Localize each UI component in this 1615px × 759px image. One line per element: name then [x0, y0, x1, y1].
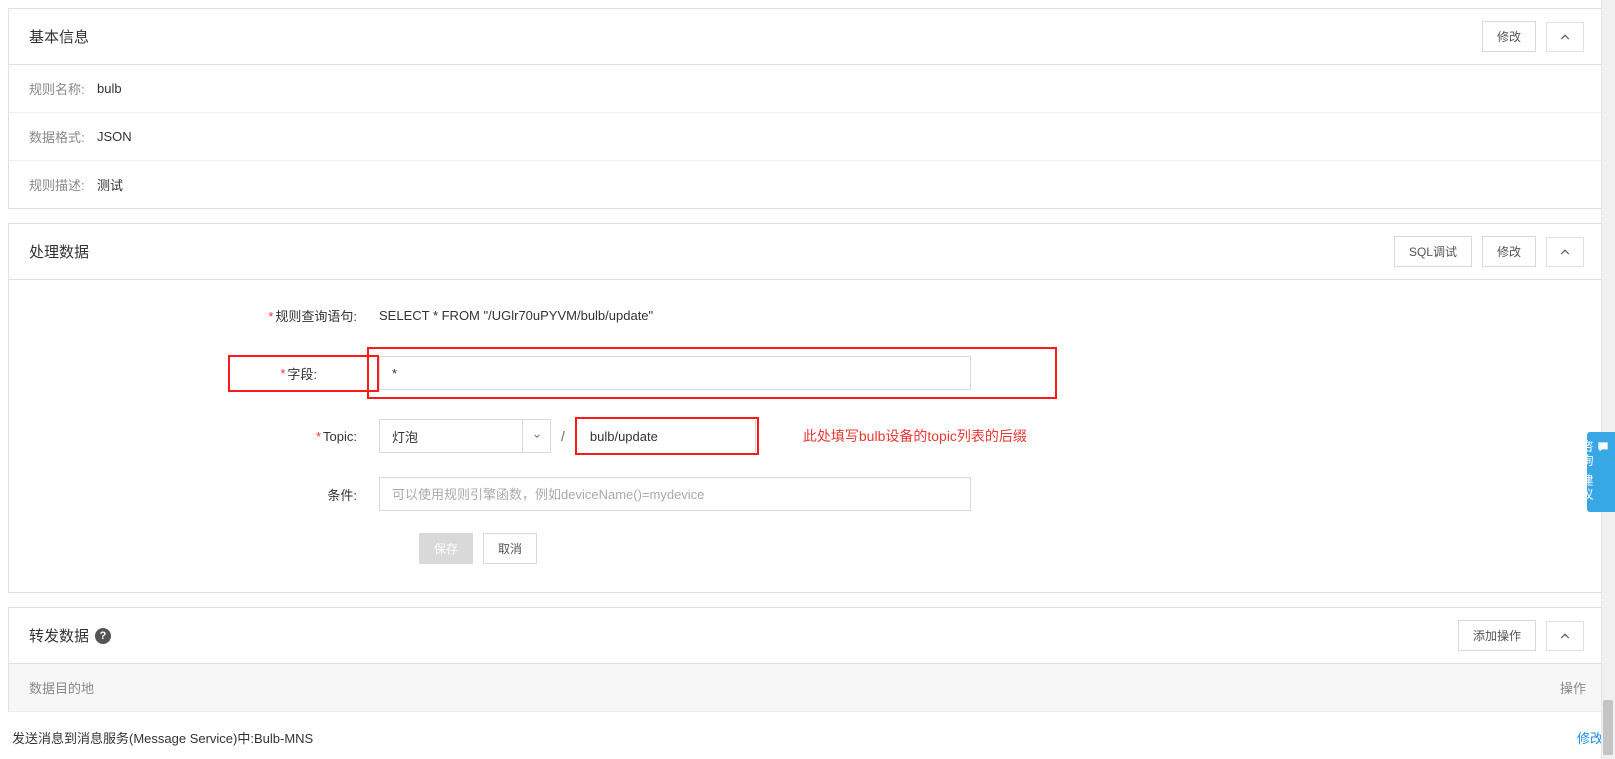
basic-info-edit-button[interactable]: 修改: [1482, 21, 1536, 52]
scrollbar-thumb[interactable]: [1603, 700, 1613, 755]
form-buttons: 保存 取消: [419, 533, 1586, 564]
sql-debug-button[interactable]: SQL调试: [1394, 236, 1472, 267]
process-data-edit-button[interactable]: 修改: [1482, 236, 1536, 267]
forward-data-collapse-toggle[interactable]: [1546, 621, 1584, 651]
basic-info-title: 基本信息: [29, 26, 89, 47]
process-data-header: 处理数据 SQL调试 修改: [9, 224, 1606, 280]
rule-desc-value: 测试: [97, 175, 123, 194]
col-action: 操作: [1560, 678, 1586, 697]
rule-name-label: 规则名称:: [29, 79, 97, 98]
add-operation-button[interactable]: 添加操作: [1458, 620, 1536, 651]
rule-name-row: 规则名称: bulb: [9, 65, 1606, 113]
topic-slash: /: [561, 428, 565, 444]
topic-row: *Topic: 灯泡 / 此处填写bulb设备的topic列表的后缀: [29, 417, 1586, 455]
rule-desc-row: 规则描述: 测试: [9, 161, 1606, 208]
field-row: *字段:: [29, 347, 1586, 399]
condition-label: 条件:: [327, 488, 357, 503]
data-format-value: JSON: [97, 129, 132, 144]
forward-table-header: 数据目的地 操作: [9, 664, 1606, 712]
basic-info-collapse-toggle[interactable]: [1546, 22, 1584, 52]
cancel-button[interactable]: 取消: [483, 533, 537, 564]
field-label: 字段:: [287, 364, 317, 383]
forward-table-row: 发送消息到消息服务(Message Service)中:Bulb-MNS 修改: [8, 712, 1607, 751]
condition-row: 条件:: [29, 477, 1586, 511]
col-destination: 数据目的地: [29, 678, 94, 697]
forward-data-header: 转发数据 ? 添加操作: [9, 608, 1606, 664]
forward-row-edit-link[interactable]: 修改: [1577, 728, 1603, 747]
topic-note: 此处填写bulb设备的topic列表的后缀: [803, 426, 1027, 446]
topic-select-value: 灯泡: [392, 427, 418, 446]
chat-icon: [1595, 440, 1611, 459]
help-icon[interactable]: ?: [95, 628, 111, 644]
chevron-up-icon: [1558, 629, 1572, 643]
process-data-panel: 处理数据 SQL调试 修改 *规则查询语句: SELECT * FROM "/U…: [8, 223, 1607, 593]
chevron-up-icon: [1558, 245, 1572, 259]
condition-input[interactable]: [379, 477, 971, 511]
data-format-label: 数据格式:: [29, 127, 97, 146]
rule-desc-label: 规则描述:: [29, 175, 97, 194]
query-label: 规则查询语句:: [275, 309, 357, 324]
float-tab-text: 咨询·建议: [1580, 440, 1594, 502]
forward-row-text: 发送消息到消息服务(Message Service)中:Bulb-MNS: [12, 728, 313, 747]
topic-select[interactable]: 灯泡: [379, 419, 551, 453]
topic-suffix-input[interactable]: [578, 420, 756, 452]
topic-label: Topic:: [323, 429, 357, 444]
query-value: SELECT * FROM "/UGlr70uPYVM/bulb/update": [379, 308, 653, 323]
process-data-form: *规则查询语句: SELECT * FROM "/UGlr70uPYVM/bul…: [9, 280, 1606, 592]
vertical-scrollbar[interactable]: [1601, 0, 1615, 759]
process-data-collapse-toggle[interactable]: [1546, 237, 1584, 267]
feedback-float-tab[interactable]: 咨询·建议: [1587, 432, 1615, 512]
query-row: *规则查询语句: SELECT * FROM "/UGlr70uPYVM/bul…: [29, 306, 1586, 325]
field-input[interactable]: [379, 356, 971, 390]
data-format-row: 数据格式: JSON: [9, 113, 1606, 161]
basic-info-body: 规则名称: bulb 数据格式: JSON 规则描述: 测试: [9, 65, 1606, 208]
chevron-up-icon: [1558, 30, 1572, 44]
caret-down-icon: [522, 420, 550, 452]
process-data-title: 处理数据: [29, 241, 89, 262]
basic-info-header: 基本信息 修改: [9, 9, 1606, 65]
save-button[interactable]: 保存: [419, 533, 473, 564]
forward-data-title: 转发数据: [29, 625, 89, 646]
basic-info-panel: 基本信息 修改 规则名称: bulb 数据格式: JSON 规则描述: 测试: [8, 8, 1607, 209]
rule-name-value: bulb: [97, 81, 122, 96]
forward-data-panel: 转发数据 ? 添加操作 数据目的地 操作: [8, 607, 1607, 712]
